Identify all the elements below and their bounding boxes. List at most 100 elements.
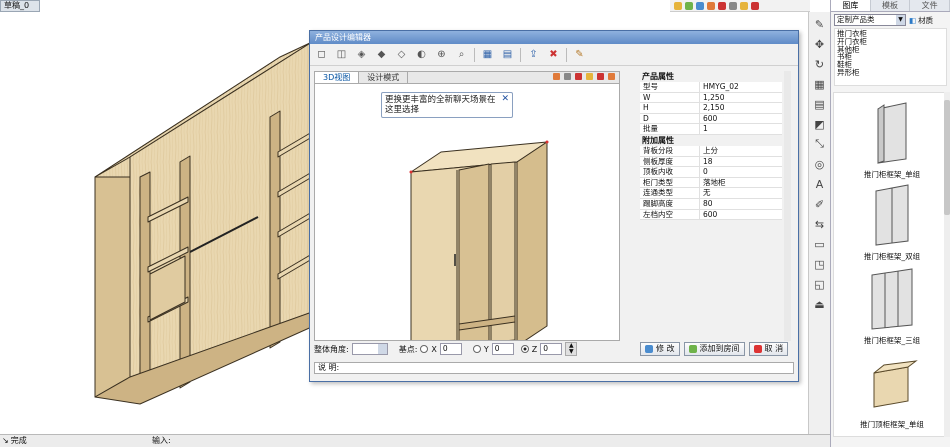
property-value[interactable]: 80 — [700, 199, 782, 209]
measure-icon[interactable]: ▭ — [812, 236, 828, 252]
cancel-button[interactable]: 取 消 — [748, 342, 789, 356]
property-value[interactable]: 0 — [700, 167, 782, 177]
property-row[interactable]: 批量 1 — [640, 124, 782, 135]
tool-icon[interactable] — [553, 73, 560, 80]
tool-icon[interactable] — [718, 2, 726, 10]
property-row[interactable]: H 2,150 — [640, 103, 782, 114]
tool-icon[interactable] — [729, 2, 737, 10]
property-row[interactable]: 柜门类型 落地柜 — [640, 177, 782, 189]
radio-y[interactable] — [472, 345, 481, 353]
property-value[interactable]: 1 — [700, 124, 782, 134]
view-3d-icon[interactable]: ◈ — [354, 47, 369, 62]
property-value[interactable]: 无 — [700, 188, 782, 198]
add-icon[interactable] — [674, 2, 682, 10]
align-icon[interactable]: ⇆ — [812, 216, 828, 232]
tool-icon[interactable] — [707, 2, 715, 10]
property-row[interactable]: D 600 — [640, 113, 782, 125]
edit-icon[interactable]: ◩ — [812, 116, 828, 132]
library-item[interactable]: 推门柜框架_双组 — [842, 181, 942, 262]
library-item[interactable]: 推门顶柜框架_单组 — [842, 349, 942, 430]
panel-icon[interactable]: ◱ — [812, 276, 828, 292]
property-value[interactable]: 2,150 — [700, 103, 782, 113]
tool-icon[interactable] — [608, 73, 615, 80]
close-icon[interactable]: ✕ — [501, 94, 509, 104]
property-value[interactable]: HMYG_02 — [700, 82, 782, 92]
category-select[interactable]: 定制产品类 ▼ — [834, 14, 906, 26]
property-row[interactable]: W 1,250 — [640, 92, 782, 104]
brush-icon[interactable]: ✎ — [572, 47, 587, 62]
properties-scrollbar[interactable] — [784, 71, 791, 341]
category-item[interactable]: 异形柜 — [837, 69, 944, 77]
property-value[interactable]: 上分 — [700, 146, 782, 156]
zoom-in-icon[interactable]: ⊕ — [434, 47, 449, 62]
product-preview-model[interactable] — [315, 84, 619, 340]
tool-icon[interactable] — [564, 73, 571, 80]
annotate-icon[interactable]: ✐ — [812, 196, 828, 212]
tool-icon[interactable] — [751, 2, 759, 10]
dialog-title[interactable]: 产品设计编辑器 — [310, 31, 798, 44]
angle-select[interactable] — [351, 343, 388, 355]
rotate-icon[interactable]: ↻ — [812, 56, 828, 72]
tool-icon[interactable] — [586, 73, 593, 80]
property-value[interactable]: 1,250 — [700, 93, 782, 103]
rotate-icon[interactable]: ◐ — [414, 47, 429, 62]
property-row[interactable]: 踢脚高度 80 — [640, 198, 782, 210]
material-button[interactable]: ◧ 材质 — [909, 15, 933, 26]
grid-icon[interactable]: ▤ — [812, 96, 828, 112]
tab-template[interactable]: 模板 — [871, 0, 911, 11]
property-row[interactable]: 左档内空 600 — [640, 209, 782, 221]
modify-button[interactable]: 修 改 — [640, 342, 680, 356]
settings-icon[interactable] — [685, 2, 693, 10]
circle-icon[interactable]: ◎ — [812, 156, 828, 172]
property-row[interactable]: 背板分段 上分 — [640, 145, 782, 157]
property-value[interactable]: 18 — [700, 157, 782, 167]
tab-file[interactable]: 文件 — [910, 0, 950, 11]
grid-icon[interactable]: ▦ — [812, 76, 828, 92]
property-row[interactable]: 型号 HMYG_02 — [640, 82, 782, 93]
spin-stepper[interactable]: ▲ ▼ — [565, 342, 578, 356]
property-row[interactable]: 连通类型无 — [640, 188, 782, 199]
x-input[interactable]: 0 — [439, 343, 462, 355]
property-value[interactable]: 600 — [700, 114, 782, 124]
library-item[interactable]: 推门柜框架_单组 — [842, 99, 942, 180]
add-to-room-button[interactable]: 添加到房间 — [683, 342, 745, 356]
property-row[interactable]: 顶板内收 0 — [640, 167, 782, 178]
z-input[interactable]: 0 — [540, 343, 563, 355]
library-scrollbar[interactable] — [944, 92, 950, 437]
list-icon[interactable]: ▤ — [500, 47, 515, 62]
hint-text: 更换更丰富的全新聊天场景在这里选择 — [385, 95, 496, 115]
view-top-icon[interactable]: ◆ — [374, 47, 389, 62]
brush-icon[interactable]: ✎ — [812, 16, 828, 32]
document-tab[interactable]: 草稿_0 — [0, 0, 40, 12]
view-front-icon[interactable]: ◻ — [314, 47, 329, 62]
command-input-label[interactable]: 输入: — [152, 435, 171, 446]
view-back-icon[interactable]: ◇ — [394, 47, 409, 62]
tool-icon[interactable] — [740, 2, 748, 10]
category-item[interactable]: 书柜 — [837, 53, 944, 61]
tool-icon[interactable] — [575, 73, 582, 80]
grid-icon[interactable]: ▦ — [480, 47, 495, 62]
tab-3d-view[interactable]: 3D视图 — [315, 72, 360, 83]
category-item[interactable]: 其他柜 — [837, 45, 944, 54]
radio-x[interactable] — [420, 345, 429, 353]
tab-library[interactable]: 图库 — [831, 0, 871, 11]
delete-icon[interactable]: ✖ — [546, 47, 561, 62]
library-item[interactable]: 推门柜框架_三组 — [842, 265, 942, 346]
text-icon[interactable]: A — [812, 176, 828, 192]
tab-design-mode[interactable]: 设计模式 — [359, 72, 409, 83]
panel-icon[interactable]: ◳ — [812, 256, 828, 272]
description-bar[interactable]: 说 明: — [314, 362, 794, 374]
move-icon[interactable]: ✥ — [812, 36, 828, 52]
panel-icon[interactable]: ⏏ — [812, 296, 828, 312]
view-side-icon[interactable]: ◫ — [334, 47, 349, 62]
scale-icon[interactable]: ⤡ — [812, 136, 828, 152]
tool-icon[interactable] — [597, 73, 604, 80]
y-input[interactable]: 0 — [491, 343, 514, 355]
tool-icon[interactable] — [696, 2, 704, 10]
zoom-icon[interactable]: ⌕ — [454, 47, 469, 62]
property-value[interactable]: 落地柜 — [700, 178, 782, 188]
property-value[interactable]: 600 — [700, 210, 782, 220]
radio-z[interactable] — [520, 345, 529, 353]
export-icon[interactable]: ⇪ — [526, 47, 541, 62]
property-row[interactable]: 侧板厚度 18 — [640, 156, 782, 168]
